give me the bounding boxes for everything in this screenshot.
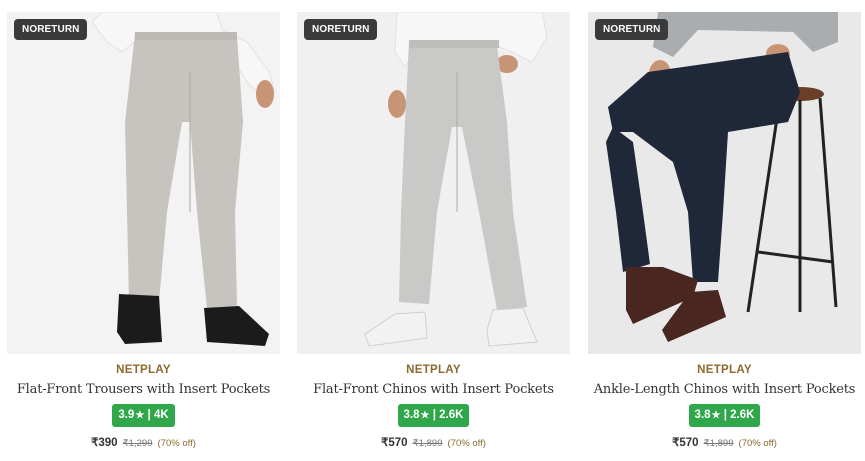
noreturn-badge: NORETURN [304, 19, 378, 40]
price: ₹390 [91, 437, 118, 449]
rating-value: 3.8 [694, 409, 711, 421]
star-icon: ★ [135, 410, 145, 421]
rating-count: 2.6K [730, 409, 755, 421]
rating-separator: | [432, 409, 436, 421]
price-row: ₹570 ₹1,899 (70% off) [588, 435, 861, 449]
discount: (70% off) [157, 438, 196, 449]
rating-count: 2.6K [439, 409, 464, 421]
product-image[interactable]: NORETURN [297, 12, 570, 354]
rating-separator: | [723, 409, 727, 421]
product-image[interactable]: NORETURN [588, 12, 861, 354]
price: ₹570 [381, 437, 408, 449]
price-row: ₹570 ₹1,899 (70% off) [297, 435, 570, 449]
product-image[interactable]: NORETURN [7, 12, 280, 354]
star-icon: ★ [420, 410, 430, 421]
price-row: ₹390 ₹1,299 (70% off) [7, 435, 280, 449]
rating-count: 4K [153, 409, 169, 421]
noreturn-badge: NORETURN [595, 19, 669, 40]
star-icon: ★ [711, 410, 721, 421]
product-name[interactable]: Flat-Front Chinos with Insert Pockets [297, 382, 570, 397]
noreturn-badge: NORETURN [14, 19, 88, 40]
discount: (70% off) [447, 438, 486, 449]
discount: (70% off) [738, 438, 777, 449]
product-card[interactable]: NORETURN NETPLAY Ankle-Length Chinos wit… [588, 12, 861, 461]
product-name[interactable]: Ankle-Length Chinos with Insert Pockets [588, 382, 861, 397]
product-card[interactable]: NORETURN NETPLAY Flat-Front Chinos with … [297, 12, 570, 461]
brand-name: NETPLAY [697, 364, 752, 376]
product-card[interactable]: NORETURN NETPLAY Flat-Front Trousers wit… [7, 12, 280, 461]
rating-value: 3.9 [118, 409, 135, 421]
brand-name: NETPLAY [116, 364, 171, 376]
mrp-price: ₹1,899 [412, 438, 443, 449]
mrp-price: ₹1,899 [703, 438, 734, 449]
price: ₹570 [672, 437, 699, 449]
rating-separator: | [147, 409, 151, 421]
rating-badge: 3.8★ | 2.6K [397, 404, 470, 427]
rating-value: 3.8 [403, 409, 420, 421]
brand-name: NETPLAY [406, 364, 461, 376]
product-name[interactable]: Flat-Front Trousers with Insert Pockets [7, 382, 280, 397]
rating-badge: 3.9★ | 4K [112, 404, 175, 427]
rating-badge: 3.8★ | 2.6K [688, 404, 761, 427]
mrp-price: ₹1,299 [122, 438, 153, 449]
